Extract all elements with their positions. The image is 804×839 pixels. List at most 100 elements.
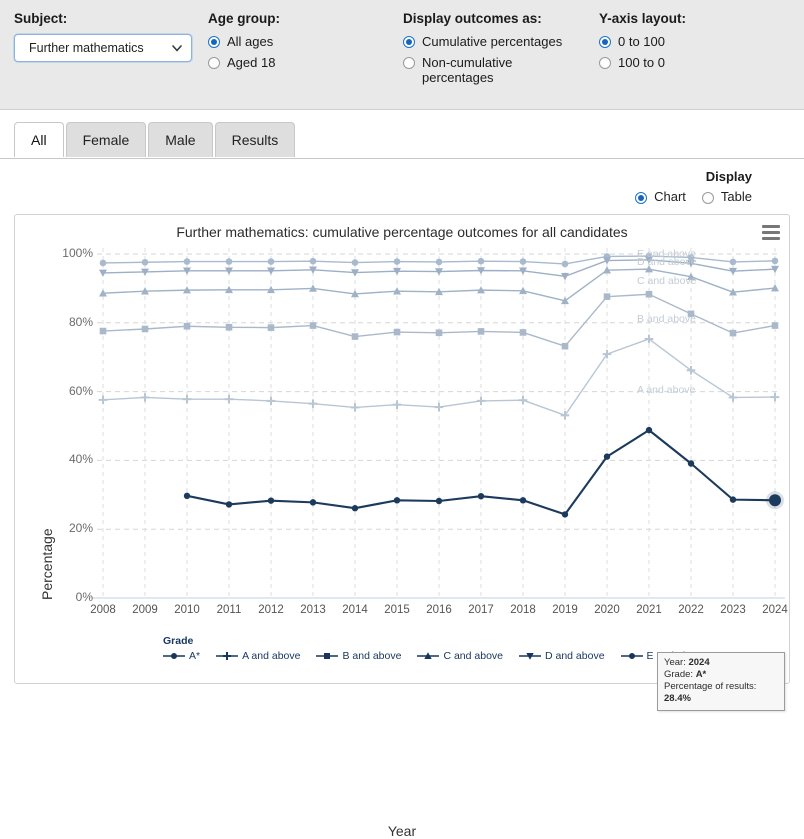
radio-label-aged-18: Aged 18 — [227, 55, 276, 70]
y-axis-tick-label: 40% — [68, 452, 93, 467]
x-axis-tick-label: 2017 — [468, 604, 494, 616]
tab-bar: All Female Male Results — [0, 122, 804, 159]
legend-item-label: C and above — [443, 650, 503, 662]
x-axis-tick-label: 2014 — [342, 604, 368, 616]
radio-label-display-table: Table — [720, 189, 752, 204]
legend-item-label: B and above — [342, 650, 402, 662]
radio-label-0-to-100: 0 to 100 — [618, 34, 665, 49]
legend-item-label: D and above — [545, 650, 605, 662]
radio-100-to-0[interactable]: 100 to 0 — [599, 55, 779, 70]
radio-icon-aged-18[interactable] — [208, 57, 220, 69]
tab-female[interactable]: Female — [65, 122, 147, 157]
radio-icon-100-to-0[interactable] — [599, 57, 611, 69]
radio-icon-display-table[interactable] — [701, 191, 714, 204]
series-end-label-b-and-above: B and above — [637, 312, 696, 325]
y-axis-tick-label: 80% — [68, 314, 93, 329]
age-group-label: Age group: — [208, 11, 280, 26]
tab-male-label: Male — [165, 132, 196, 148]
x-axis-tick-label: 2019 — [552, 604, 578, 616]
tooltip-grade-row: Grade: A* — [664, 669, 778, 681]
x-axis-tick-label: 2022 — [678, 604, 704, 616]
tooltip-year-label: Year: — [664, 657, 686, 668]
x-axis-tick-label: 2024 — [762, 604, 788, 616]
x-axis-title: Year — [387, 823, 417, 839]
legend-item-a-and-above[interactable]: A and above — [216, 650, 300, 662]
subject-select-wrap: Further mathematics — [14, 34, 192, 62]
legend-marker-icon — [417, 652, 440, 659]
radio-cumulative[interactable]: Cumulative percentages — [403, 34, 599, 49]
radio-label-cumulative: Cumulative percentages — [422, 34, 563, 49]
x-axis-tick-label: 2010 — [174, 604, 200, 616]
chart-tooltip: Year: 2024 Grade: A* Percentage of resul… — [657, 652, 785, 711]
radio-label-display-chart: Chart — [654, 189, 686, 204]
display-outcomes-control-group: Display outcomes as: Cumulative percenta… — [403, 9, 599, 91]
tab-male[interactable]: Male — [148, 122, 213, 157]
display-selector: Display Chart Table — [0, 159, 804, 204]
legend-item-d-and-above[interactable]: D and above — [519, 650, 605, 662]
radio-all-ages[interactable]: All ages — [208, 34, 403, 49]
legend-marker-icon — [163, 653, 185, 659]
x-axis-tick-label: 2013 — [300, 604, 326, 616]
x-axis-tick-label: 2020 — [594, 604, 620, 616]
display-title: Display — [705, 169, 752, 184]
x-axis-tick-label: 2015 — [384, 604, 410, 616]
tooltip-pct-value: 28.4% — [664, 693, 691, 704]
radio-icon-non-cumulative[interactable] — [403, 57, 415, 69]
x-axis-tick-label: 2011 — [216, 604, 242, 616]
y-axis-tick-label: 100% — [62, 246, 93, 260]
radio-icon-all-ages[interactable] — [208, 36, 220, 48]
radio-label-100-to-0: 100 to 0 — [618, 55, 665, 70]
legend-marker-icon — [216, 652, 239, 660]
legend-item-a-[interactable]: A* — [163, 650, 200, 662]
series-end-label-c-and-above: C and above — [637, 275, 697, 288]
tab-results[interactable]: Results — [214, 122, 296, 157]
radio-display-table[interactable]: Table — [701, 189, 752, 204]
radio-label-non-cumulative: Non-cumulative percentages — [422, 55, 513, 85]
subject-select[interactable]: Further mathematics — [14, 34, 192, 62]
controls-panel: Subject: Further mathematics Age group: … — [0, 0, 804, 110]
y-axis-tick-label: 20% — [68, 521, 93, 536]
legend-item-b-and-above[interactable]: B and above — [316, 650, 401, 662]
radio-icon-cumulative[interactable] — [403, 36, 415, 48]
x-axis-tick-label: 2018 — [510, 604, 536, 616]
tooltip-year-value: 2024 — [688, 657, 710, 668]
y-axis-layout-control-group: Y-axis layout: 0 to 100 100 to 0 — [599, 9, 779, 76]
tab-all[interactable]: All — [14, 122, 64, 158]
chart-card: Further mathematics: cumulative percenta… — [14, 214, 790, 839]
x-axis-tick-label: 2009 — [132, 604, 158, 616]
legend-marker-icon — [316, 653, 339, 659]
subject-control-group: Subject: Further mathematics — [0, 9, 208, 62]
subject-label: Subject: — [14, 11, 68, 26]
radio-display-chart[interactable]: Chart — [635, 189, 686, 204]
legend-item-label: A* — [189, 650, 201, 662]
series-end-label-a-and-above: A and above — [637, 384, 696, 397]
tab-female-label: Female — [82, 132, 130, 148]
radio-icon-0-to-100[interactable] — [599, 36, 611, 48]
x-axis-tick-label: 2008 — [90, 604, 116, 616]
display-outcomes-label: Display outcomes as: — [403, 11, 542, 26]
radio-0-to-100[interactable]: 0 to 100 — [599, 34, 779, 49]
chart-legend: Grade A* A and above B and above C and abov… — [163, 635, 722, 662]
tooltip-pct-row: Percentage of results: 28.4% — [664, 681, 778, 705]
age-group-control-group: Age group: All ages Aged 18 — [208, 9, 403, 76]
x-axis-tick-label: 2016 — [426, 604, 452, 616]
tab-all-label: All — [31, 132, 47, 148]
tooltip-pct-label: Percentage of results: — [664, 681, 757, 692]
y-axis-tick-label: 0% — [75, 590, 93, 604]
tooltip-grade-value: A* — [695, 669, 707, 680]
legend-item-label: A and above — [242, 650, 301, 662]
radio-non-cumulative[interactable]: Non-cumulative percentages — [403, 55, 599, 85]
radio-label-all-ages: All ages — [227, 34, 274, 49]
x-axis-tick-label: 2021 — [636, 604, 662, 616]
x-axis-tick-label: 2023 — [720, 604, 746, 616]
x-axis-tick-label: 2012 — [258, 604, 284, 616]
tab-results-label: Results — [231, 132, 279, 148]
series-end-label-d-and-above: D and above — [637, 256, 697, 269]
radio-icon-display-chart[interactable] — [635, 191, 648, 204]
legend-marker-icon — [519, 653, 541, 660]
tooltip-grade-label: Grade: — [664, 669, 694, 680]
legend-marker-icon — [620, 653, 643, 659]
legend-item-c-and-above[interactable]: C and above — [417, 650, 503, 662]
radio-aged-18[interactable]: Aged 18 — [208, 55, 403, 70]
legend-title: Grade — [163, 635, 194, 647]
